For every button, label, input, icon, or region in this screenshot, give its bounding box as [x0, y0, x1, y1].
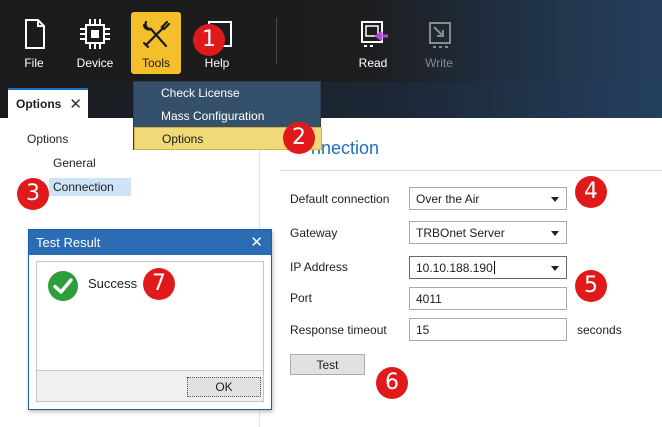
ip-address-value: 10.10.188.190 — [416, 261, 493, 275]
connection-settings-panel: nnection Default connection Over the Air… — [261, 118, 662, 427]
response-timeout-unit: seconds — [577, 323, 622, 337]
title-divider — [281, 170, 662, 171]
annotation-badge-7: 7 — [143, 268, 175, 300]
dialog-title: Test Result — [36, 235, 101, 250]
ok-button[interactable]: OK — [187, 377, 261, 397]
default-connection-select[interactable]: Over the Air — [409, 187, 567, 210]
file-icon — [25, 19, 45, 49]
write-device-icon — [429, 22, 451, 48]
tab-options[interactable]: Options ✕ — [8, 88, 88, 118]
device-button[interactable]: Device — [70, 12, 120, 74]
dialog-footer: OK — [36, 371, 264, 402]
gateway-value: TRBOnet Server — [416, 226, 505, 240]
tab-options-label: Options — [16, 97, 62, 111]
tree-item-options[interactable]: Options — [27, 132, 68, 146]
document-tab-strip: Options ✕ — [0, 82, 662, 118]
close-icon[interactable]: ✕ — [250, 233, 263, 251]
default-connection-label: Default connection — [290, 192, 390, 206]
port-input[interactable]: 4011 — [409, 287, 567, 310]
read-label: Read — [358, 56, 388, 70]
success-check-icon — [48, 271, 78, 301]
menu-item-check-license[interactable]: Check License — [134, 82, 322, 105]
ip-address-label: IP Address — [290, 260, 348, 274]
gateway-select[interactable]: TRBOnet Server — [409, 221, 567, 244]
response-timeout-input[interactable]: 15 — [409, 318, 567, 341]
write-button[interactable]: Write — [414, 12, 464, 74]
default-connection-value: Over the Air — [416, 192, 480, 206]
annotation-badge-5: 5 — [575, 270, 607, 302]
tools-label: Tools — [141, 56, 170, 70]
chip-icon — [80, 19, 110, 49]
file-button[interactable]: File — [9, 12, 59, 74]
annotation-badge-1: 1 — [193, 24, 225, 56]
annotation-badge-4: 4 — [575, 176, 607, 208]
tree-item-connection[interactable]: Connection — [49, 178, 131, 196]
annotation-badge-3: 3 — [17, 178, 49, 210]
tree-item-general[interactable]: General — [53, 156, 96, 170]
dialog-title-bar: Test Result ✕ — [29, 230, 271, 255]
port-value: 4011 — [416, 292, 442, 306]
read-button[interactable]: Read — [348, 12, 398, 74]
device-label: Device — [76, 56, 114, 70]
test-button[interactable]: Test — [290, 354, 365, 375]
tools-button[interactable]: Tools — [131, 12, 181, 74]
success-message: Success — [88, 276, 138, 291]
main-toolbar: File Device Tools Help Read Write — [0, 0, 662, 82]
help-label: Help — [204, 56, 230, 70]
gateway-label: Gateway — [290, 226, 338, 240]
close-icon[interactable]: ✕ — [69, 95, 82, 113]
toolbar-separator — [276, 18, 277, 64]
annotation-badge-6: 6 — [376, 367, 408, 399]
read-device-icon — [361, 21, 388, 47]
ip-address-combobox[interactable]: 10.10.188.190 — [409, 256, 567, 279]
test-result-dialog: Test Result ✕ Success OK — [28, 229, 272, 410]
response-timeout-label: Response timeout — [290, 323, 387, 337]
port-label: Port — [290, 291, 313, 305]
text-caret — [493, 261, 495, 274]
annotation-badge-2: 2 — [283, 122, 315, 154]
response-timeout-value: 15 — [416, 323, 430, 337]
file-label: File — [24, 56, 44, 70]
tools-icon — [142, 20, 171, 49]
write-label: Write — [425, 56, 453, 70]
